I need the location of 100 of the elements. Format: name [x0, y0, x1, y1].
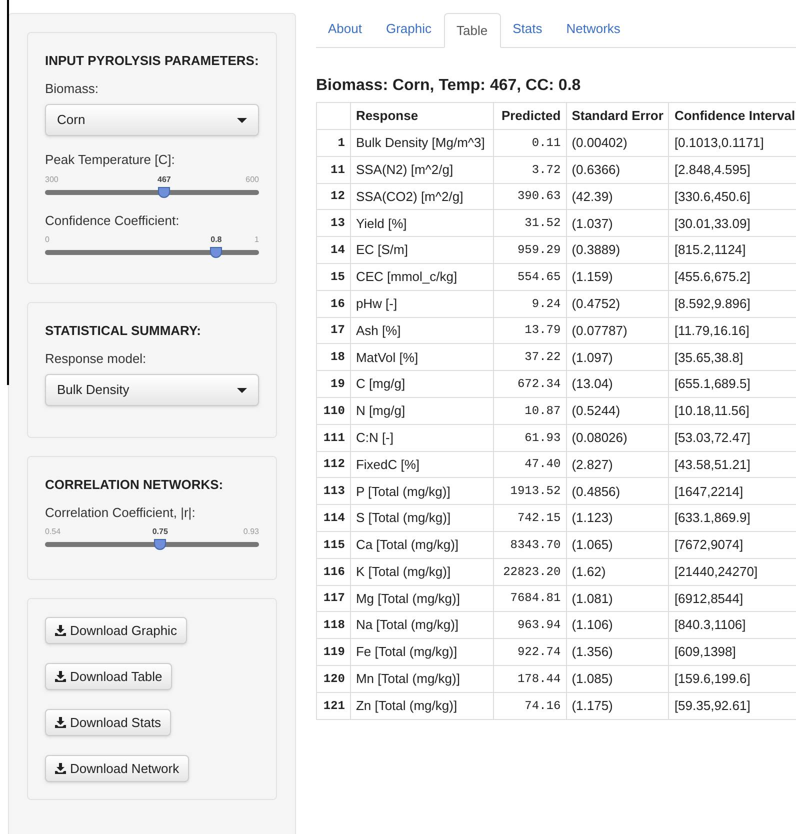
table-cell: 3.72 — [493, 156, 566, 184]
slider-thumb[interactable] — [158, 186, 170, 198]
tab[interactable]: Table — [444, 13, 501, 48]
table-cell: Mg [Total (mg/kg)] — [350, 585, 494, 612]
table-cell: (0.5244) — [566, 397, 669, 424]
table-cell: C [mg/g] — [350, 370, 494, 398]
table-cell: 61.93 — [493, 424, 566, 452]
table-cell: (0.4856) — [566, 478, 669, 505]
download-icon — [55, 717, 66, 728]
tab[interactable]: Networks — [554, 12, 632, 47]
slider-value: 467 — [158, 174, 171, 186]
table-cell: C:N [-] — [350, 424, 494, 452]
slider-min-label: 0.54 — [45, 526, 61, 538]
slider-thumb[interactable] — [154, 539, 166, 550]
row-number: 12 — [316, 183, 350, 210]
download-button[interactable]: Download Network — [45, 755, 190, 782]
slider-value: 0.8 — [210, 234, 222, 246]
table-cell: 672.34 — [493, 370, 566, 398]
table-cell: 390.63 — [493, 183, 566, 210]
table-cell: 37.22 — [493, 344, 566, 371]
table-cell: S [Total (mg/kg)] — [350, 504, 494, 532]
download-button[interactable]: Download Graphic — [45, 617, 187, 644]
slider-min-label: 0 — [45, 234, 50, 246]
table-cell: 47.40 — [493, 451, 566, 478]
table-cell: (1.106) — [566, 612, 669, 639]
table-cell: (1.085) — [566, 665, 669, 692]
table-cell: (2.827) — [566, 451, 669, 478]
field-label: Response model: — [45, 350, 148, 368]
table-cell: SSA(CO2) [m^2/g] — [350, 183, 494, 210]
table-cell: N [mg/g] — [350, 397, 494, 424]
table-cell: 10.87 — [493, 397, 566, 424]
row-number: 14 — [316, 236, 350, 264]
section-title: INPUT PYROLYSIS PARAMETERS: — [45, 52, 259, 70]
table-cell: (1.081) — [566, 585, 669, 612]
table-cell: (0.3889) — [566, 236, 669, 264]
row-number: 114 — [316, 504, 350, 532]
table-cell: (1.097) — [566, 344, 669, 371]
slider-value: 0.75 — [152, 526, 168, 538]
row-number: 120 — [316, 665, 350, 692]
slider-thumb[interactable] — [210, 247, 222, 258]
field-label: Confidence Coefficient: — [45, 212, 180, 230]
table-cell: (1.123) — [566, 504, 669, 532]
table-cell: K [Total (mg/kg)] — [350, 558, 494, 586]
dropdown[interactable]: Corn — [45, 104, 259, 136]
field-label: Correlation Coefficient, |r|: — [45, 504, 196, 522]
row-number: 16 — [316, 290, 350, 318]
section-title: CORRELATION NETWORKS: — [45, 476, 224, 494]
row-number: 18 — [316, 344, 350, 371]
table-cell: 0.11 — [493, 130, 566, 156]
tab[interactable]: Graphic — [374, 12, 444, 47]
table-cell: Mn [Total (mg/kg)] — [350, 665, 494, 692]
row-number: 11 — [316, 156, 350, 184]
table-cell: 9.24 — [493, 290, 566, 318]
section-title: STATISTICAL SUMMARY: — [45, 322, 202, 340]
table-cell: 178.44 — [493, 665, 566, 692]
download-button[interactable]: Download Stats — [45, 709, 172, 736]
download-icon — [55, 763, 66, 774]
column-header: Standard Error — [566, 102, 669, 130]
table-cell: CEC [mmol_c/kg] — [350, 263, 494, 290]
caret-icon — [237, 388, 247, 392]
row-number: 121 — [316, 692, 350, 720]
tab[interactable]: About — [316, 12, 374, 47]
dropdown[interactable]: Bulk Density — [45, 374, 259, 406]
download-button[interactable]: Download Table — [45, 663, 172, 690]
table-cell: 922.74 — [493, 638, 566, 666]
row-number: 118 — [316, 612, 350, 639]
table-cell: 963.94 — [493, 612, 566, 639]
table-cell: EC [S/m] — [350, 236, 494, 264]
table-cell: (1.62) — [566, 558, 669, 586]
table-cell: 554.65 — [493, 263, 566, 290]
row-number: 15 — [316, 263, 350, 290]
row-number: 112 — [316, 451, 350, 478]
row-number: 111 — [316, 424, 350, 452]
table-cell: Na [Total (mg/kg)] — [350, 612, 494, 639]
table-cell: (0.4752) — [566, 290, 669, 318]
tab[interactable]: Stats — [500, 12, 554, 47]
row-number: 113 — [316, 478, 350, 505]
row-number: 119 — [316, 638, 350, 666]
table-cell: (0.6366) — [566, 156, 669, 184]
table-cell: 8343.70 — [493, 531, 566, 558]
table-cell: Bulk Density [Mg/m^3] — [350, 130, 494, 156]
row-number: 13 — [316, 210, 350, 237]
table-cell: 31.52 — [493, 210, 566, 237]
slider-min-label: 300 — [45, 174, 58, 186]
table-cell: Ca [Total (mg/kg)] — [350, 531, 494, 558]
table-cell: Fe [Total (mg/kg)] — [350, 638, 494, 666]
table-cell: FixedC [%] — [350, 451, 494, 478]
row-number: 17 — [316, 317, 350, 344]
table-cell: Yield [%] — [350, 210, 494, 237]
table-cell: P [Total (mg/kg)] — [350, 478, 494, 505]
table-cell: (0.07787) — [566, 317, 669, 344]
table-cell: (1.037) — [566, 210, 669, 237]
caret-icon — [237, 118, 247, 122]
table-cell: (1.159) — [566, 263, 669, 290]
column-header: Confidence Interval — [668, 102, 796, 130]
column-header: Predicted — [493, 102, 566, 130]
table-cell: 959.29 — [493, 236, 566, 264]
download-icon — [55, 625, 66, 636]
table-cell: SSA(N2) [m^2/g] — [350, 156, 494, 184]
row-number: 1 — [316, 130, 350, 156]
